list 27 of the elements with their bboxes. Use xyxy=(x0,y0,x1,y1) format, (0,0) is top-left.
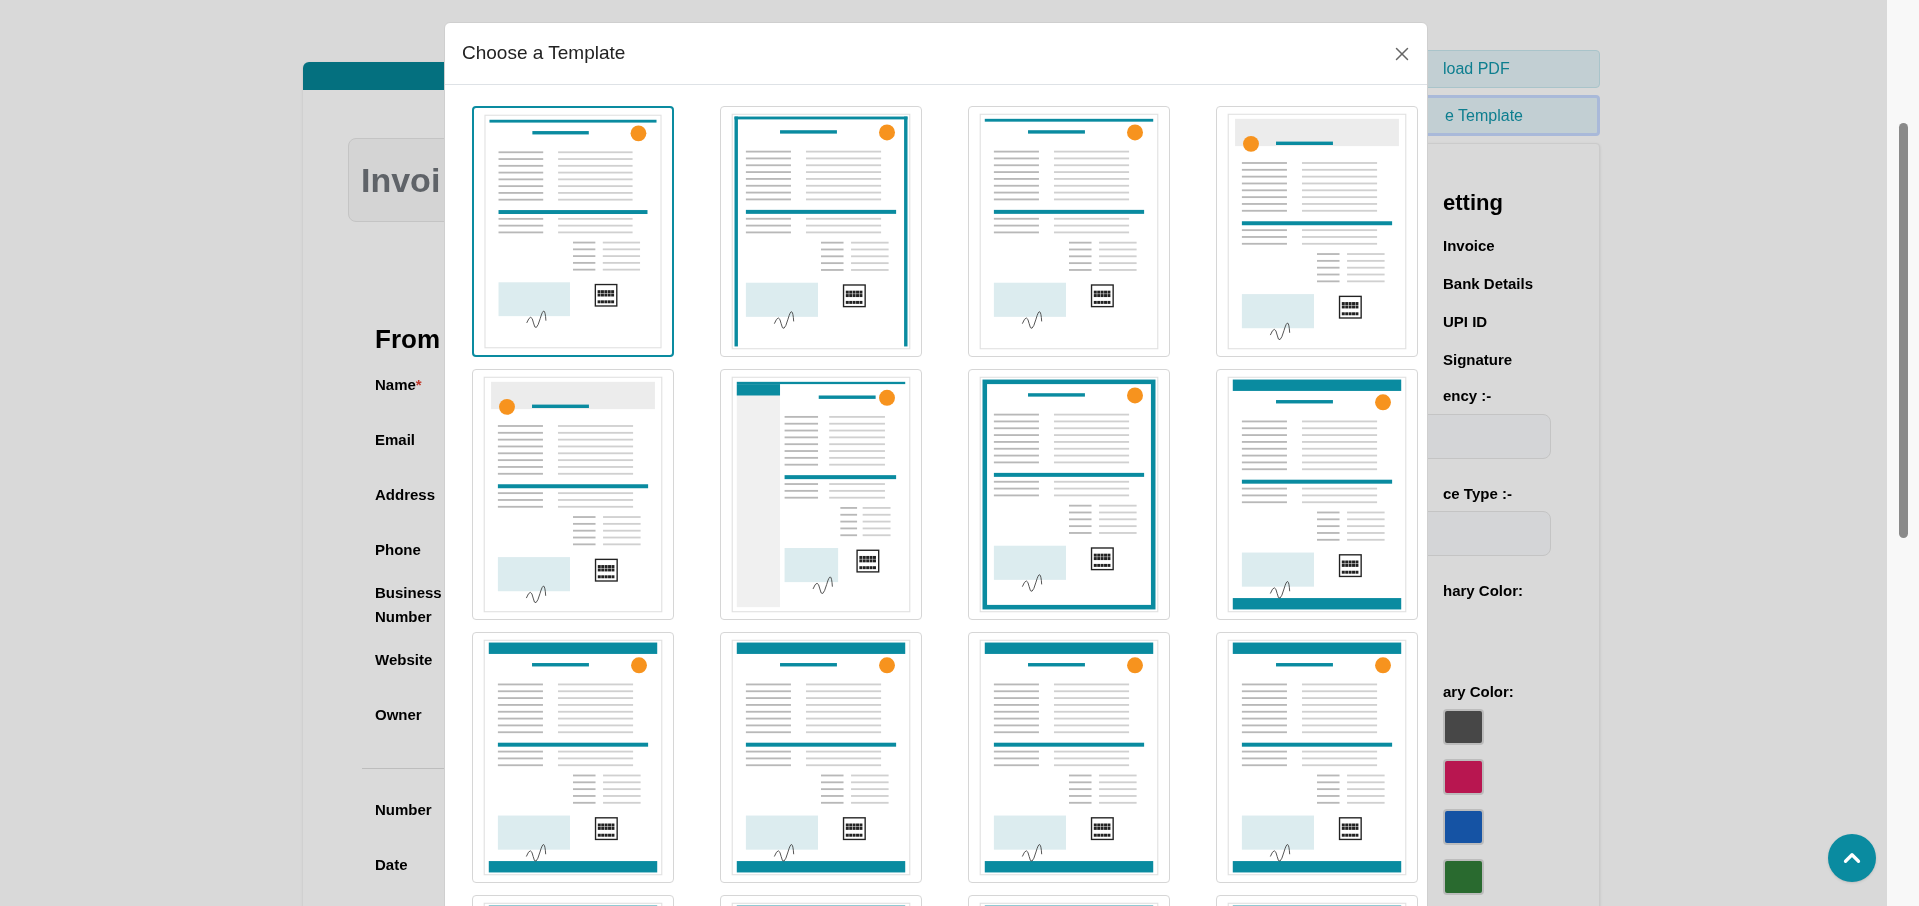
field-label: ency :- xyxy=(1443,386,1492,406)
section-heading: From xyxy=(375,323,440,356)
field-label: Address xyxy=(375,484,436,505)
field-label: Email xyxy=(375,429,416,450)
toggle-label: Invoice xyxy=(1443,237,1495,256)
field-label: hary Color: xyxy=(1443,581,1523,601)
field-label: Date xyxy=(375,855,408,876)
field-label: Owner xyxy=(375,704,422,725)
field-label: Phone xyxy=(375,539,421,560)
color-swatch[interactable] xyxy=(1443,709,1484,745)
toggle-label: Signature xyxy=(1443,351,1513,370)
scrollbar[interactable] xyxy=(1887,0,1919,906)
panel-heading: etting xyxy=(1443,190,1503,216)
color-swatch[interactable] xyxy=(1443,759,1484,795)
toggle-label: Bank Details xyxy=(1443,275,1534,294)
color-swatch[interactable] xyxy=(1443,809,1484,845)
field-label: Number xyxy=(375,800,432,821)
field-label: Name* xyxy=(375,374,422,395)
scroll-top-button[interactable] xyxy=(1828,834,1876,882)
field-label: ary Color: xyxy=(1443,681,1514,702)
field-label: Business Number xyxy=(375,582,442,627)
field-label: Website xyxy=(375,649,433,670)
toggle-label: UPI ID xyxy=(1443,313,1488,332)
field-label: ce Type :- xyxy=(1443,483,1512,504)
color-swatch[interactable] xyxy=(1443,859,1484,895)
dialog-title: Choose a Template xyxy=(462,41,626,66)
invoice-title: Invoi xyxy=(361,159,441,201)
